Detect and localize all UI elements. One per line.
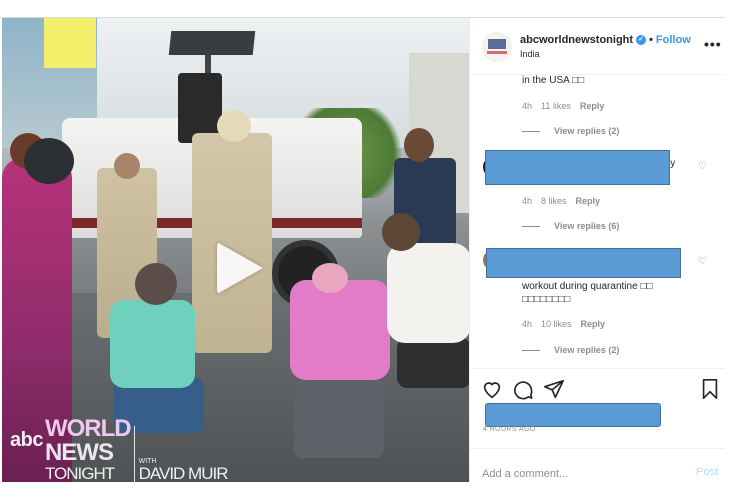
video-squatter-white-legs — [397, 338, 469, 388]
post-actions: 4 HOURS AGO — [470, 368, 725, 449]
video-sign — [44, 18, 96, 68]
view-replies-button[interactable]: View replies (2) — [522, 126, 619, 136]
likes-redaction-box — [485, 403, 661, 427]
view-replies-button[interactable]: View replies (2) — [522, 345, 619, 355]
comment-likes[interactable]: 8 likes — [541, 196, 567, 206]
comment-text: workout during quarantine □□ — [522, 281, 653, 292]
watermark-divider — [133, 426, 135, 482]
post-timestamp[interactable]: 4 HOURS AGO — [483, 426, 536, 433]
reply-button[interactable]: Reply — [580, 101, 605, 111]
replies-line — [522, 130, 540, 132]
more-horizontal-icon[interactable]: ••• — [704, 36, 722, 52]
watermark-anchor: DAVID MUIR — [138, 464, 229, 482]
post-location[interactable]: India — [520, 49, 540, 59]
comment-icon[interactable] — [512, 378, 534, 400]
comment-text-line2: □□□□□□□□ — [522, 294, 571, 305]
reply-button[interactable]: Reply — [581, 319, 606, 329]
video-watermark: abc WORLD NEWS TONIGHT WITH DAVID MUIR — [10, 415, 229, 483]
comment-text: in the USA □□ — [522, 75, 585, 86]
replies-line — [522, 349, 540, 351]
view-replies-label: View replies (2) — [554, 126, 620, 136]
add-comment-bar: Post — [470, 448, 725, 501]
add-comment-input[interactable] — [482, 465, 672, 483]
comments-list[interactable]: in the USA □□ 4h 11 likes Reply View repli… — [470, 75, 725, 368]
video-officer-1-head — [217, 110, 251, 142]
video-solar-panel — [168, 31, 256, 55]
share-icon[interactable] — [543, 378, 565, 400]
bookmark-icon[interactable] — [699, 378, 721, 400]
avatar[interactable] — [482, 32, 512, 62]
comment-likes[interactable]: 10 likes — [541, 319, 572, 329]
watermark-anchor-block: WITH DAVID MUIR — [138, 458, 229, 482]
video-squatter-white-head — [382, 213, 420, 251]
video-officer-2-head — [114, 153, 140, 179]
reply-button[interactable]: Reply — [576, 196, 601, 206]
comment-like-heart-icon[interactable]: ♡ — [698, 162, 708, 172]
video-helmet — [24, 138, 74, 184]
username-link[interactable]: abcworldnewstonight — [520, 34, 633, 46]
avatar-logo — [488, 39, 506, 49]
video-standing-man-head — [404, 128, 434, 162]
comment-time[interactable]: 4h — [522, 101, 532, 111]
post-header: abcworldnewstonight ✓ • Follow India ••• — [470, 18, 725, 75]
watermark-line3: TONIGHT — [44, 464, 115, 482]
view-replies-label: View replies (2) — [554, 345, 620, 355]
play-icon[interactable] — [217, 242, 263, 294]
watermark-line1: WORLD — [44, 415, 132, 442]
view-replies-label: View replies (6) — [554, 221, 620, 231]
watermark-network: abc — [10, 429, 43, 451]
comment-like-heart-icon[interactable]: ♡ — [698, 257, 708, 267]
video-squatter-white — [387, 243, 469, 343]
comment-meta: 4h 11 likes Reply — [522, 101, 613, 111]
verified-badge-icon: ✓ — [636, 35, 647, 46]
video-squatter-green — [110, 300, 195, 388]
video-squatter-pink-head — [312, 263, 348, 293]
post-side-panel: abcworldnewstonight ✓ • Follow India ••• in… — [470, 18, 725, 500]
comment-likes[interactable]: 11 likes — [541, 101, 571, 111]
redaction-box — [486, 248, 681, 278]
comment-time[interactable]: 4h — [522, 319, 532, 329]
post-video[interactable]: abc WORLD NEWS TONIGHT WITH DAVID MUIR — [2, 18, 469, 482]
post-comment-button[interactable]: Post — [696, 466, 718, 478]
watermark-title: WORLD NEWS TONIGHT — [44, 415, 132, 483]
redaction-box — [485, 150, 670, 185]
watermark-line2: NEWS — [44, 439, 114, 466]
view-replies-button[interactable]: View replies (6) — [522, 221, 619, 231]
separator-dot: • — [649, 34, 653, 46]
heart-icon[interactable] — [481, 378, 503, 400]
post-author: abcworldnewstonight ✓ • Follow — [520, 34, 691, 46]
video-squatter-green-head — [135, 263, 177, 305]
follow-button[interactable]: Follow — [656, 34, 691, 46]
comment-meta: 4h 10 likes Reply — [522, 319, 614, 329]
comment-time[interactable]: 4h — [522, 196, 532, 206]
replies-line — [522, 225, 540, 227]
video-squatter-pink — [290, 280, 390, 380]
comment-meta: 4h 8 likes Reply — [522, 196, 609, 206]
avatar-logo-stripe — [487, 51, 507, 54]
